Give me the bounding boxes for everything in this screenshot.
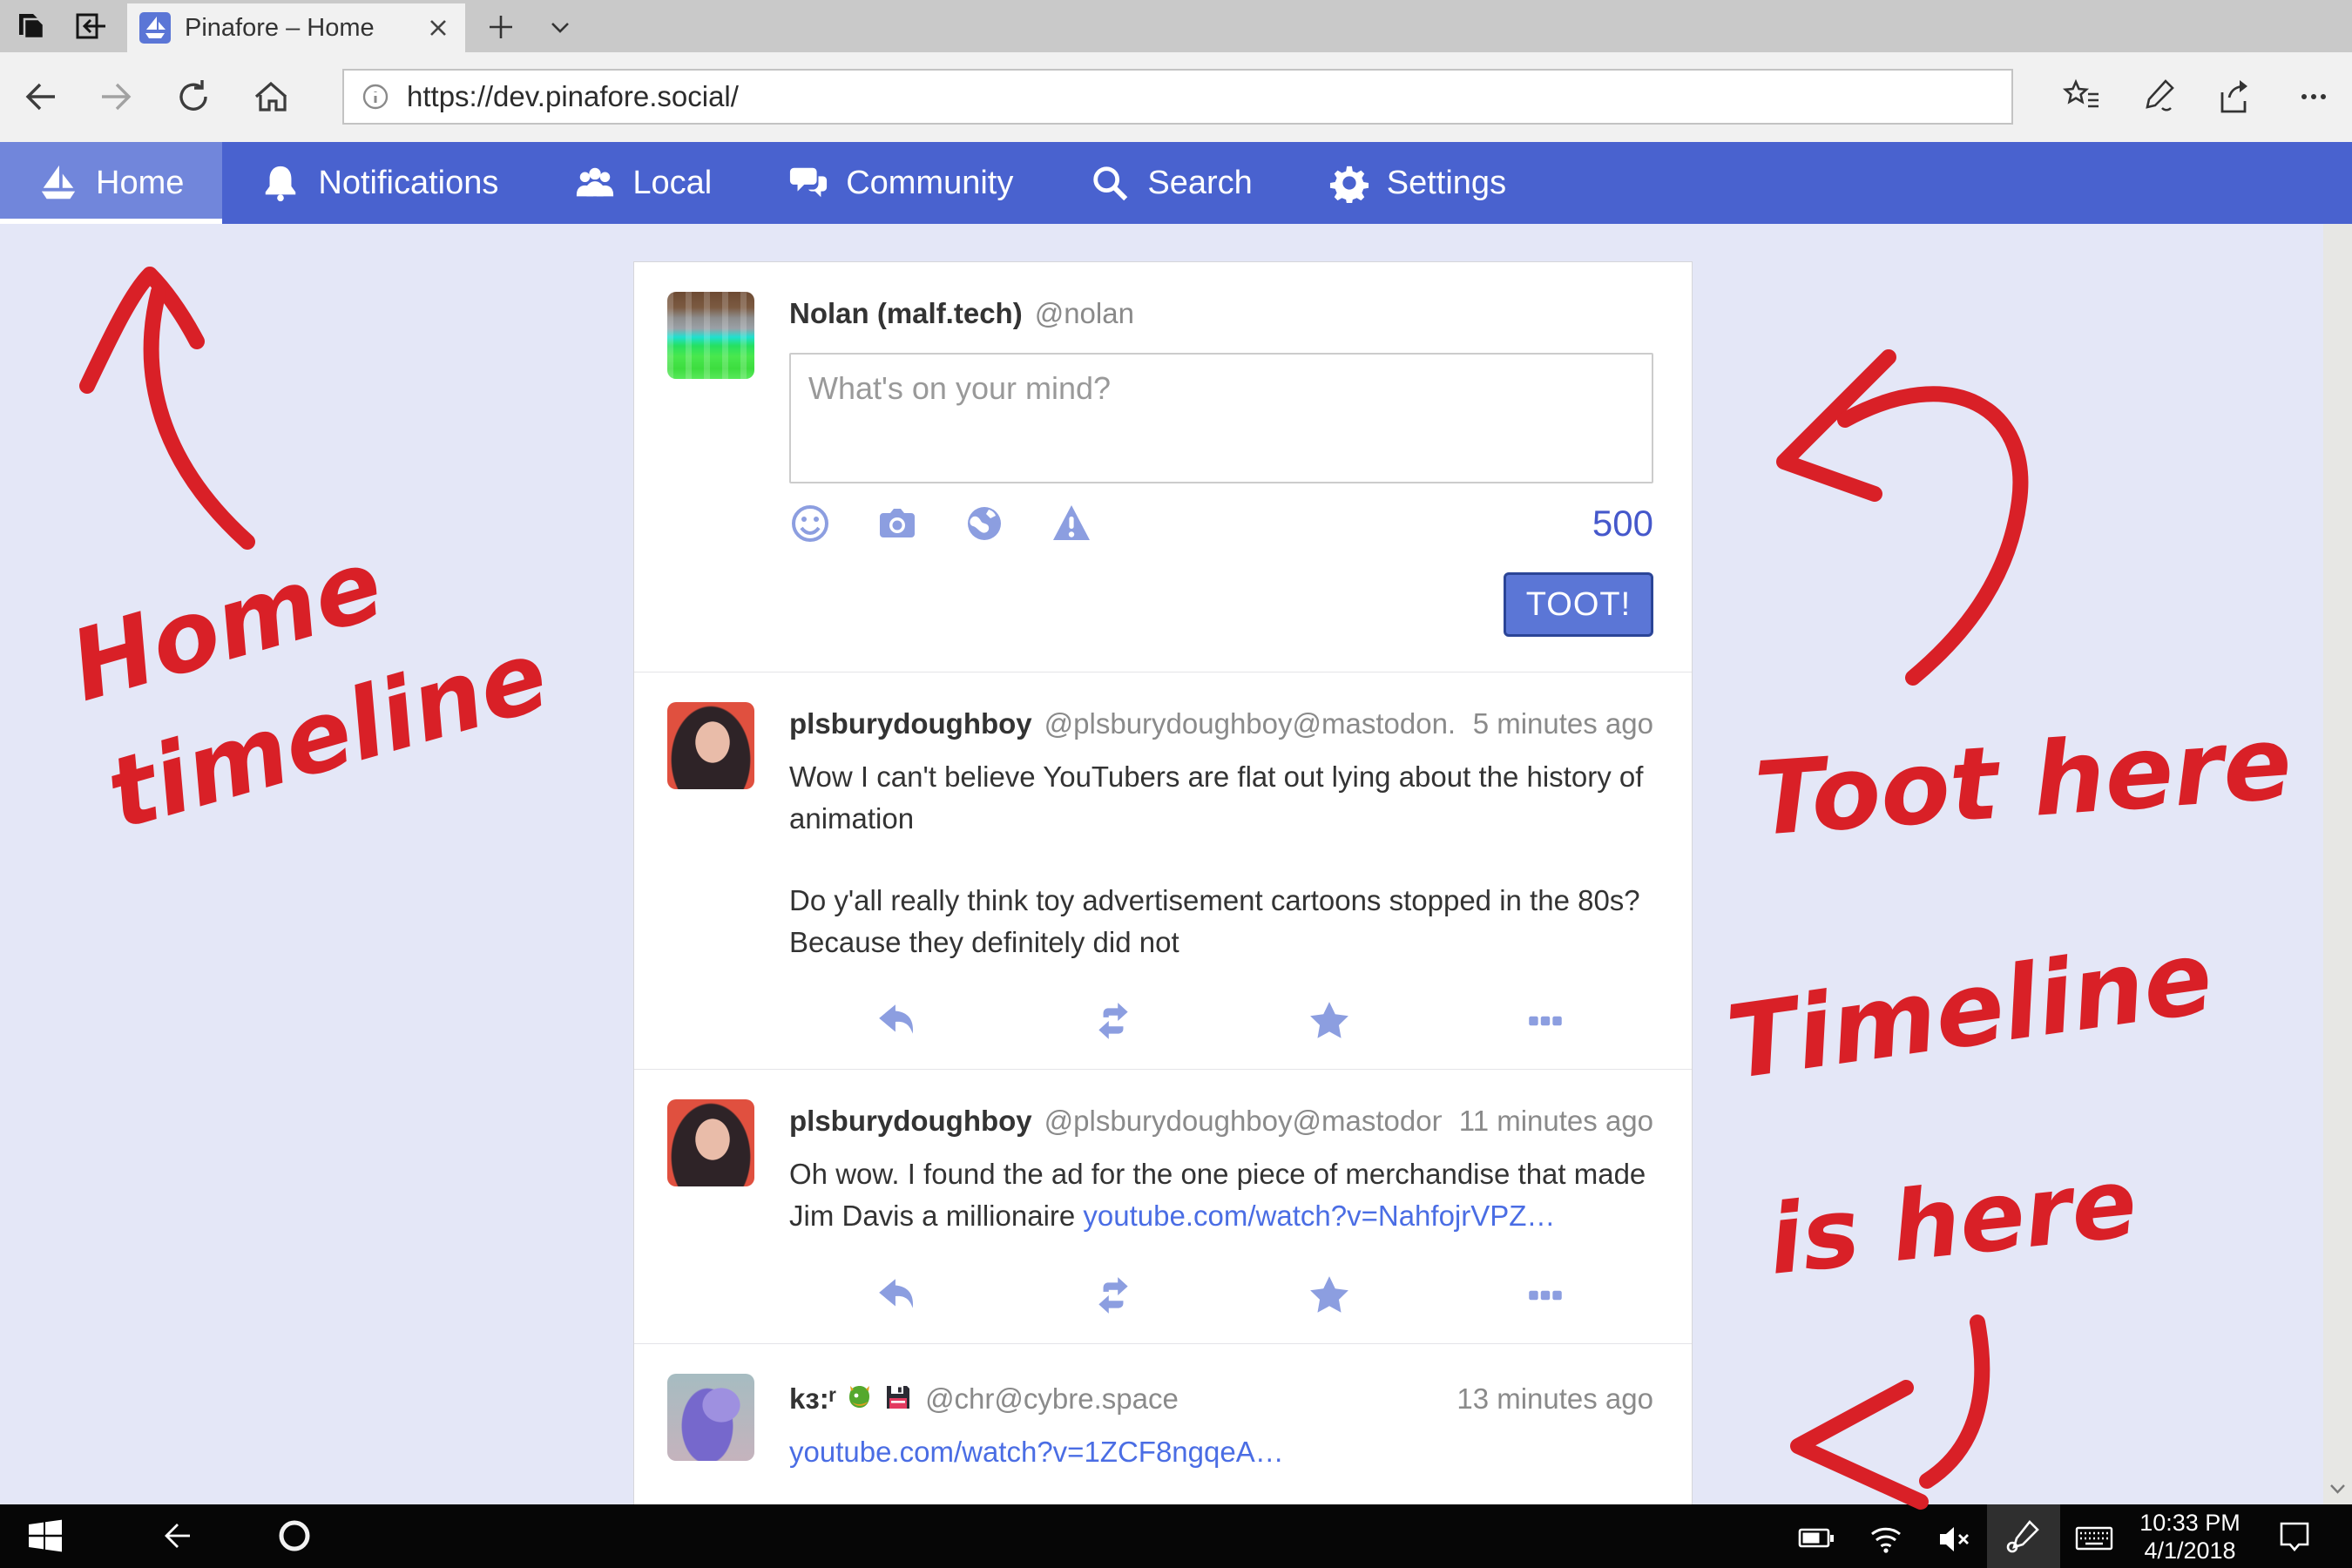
compose-input[interactable] bbox=[789, 353, 1653, 483]
action-center-icon[interactable] bbox=[2275, 1517, 2314, 1555]
compose-box: Nolan (malf.tech) @nolan 500 bbox=[634, 262, 1692, 672]
browser-toolbar: https://dev.pinafore.social/ bbox=[0, 52, 2352, 142]
pinafore-nav: Home Notifications Local Community Searc… bbox=[0, 142, 2352, 224]
taskbar-clock[interactable]: 10:33 PM 4/1/2018 bbox=[2132, 1509, 2247, 1565]
url-text: https://dev.pinafore.social/ bbox=[407, 80, 739, 113]
post-content: Wow I can't believe YouTubers are flat o… bbox=[789, 756, 1653, 963]
reply-icon[interactable] bbox=[875, 999, 919, 1043]
hub-favorites-icon[interactable] bbox=[2062, 77, 2102, 117]
post-content: youtube.com/watch?v=1ZCF8ngqeA… bbox=[789, 1431, 1653, 1473]
tab-title: Pinafore – Home bbox=[185, 14, 423, 43]
compose-avatar[interactable] bbox=[667, 292, 754, 379]
favorite-star-icon[interactable] bbox=[1308, 1274, 1351, 1317]
privacy-globe-icon[interactable] bbox=[963, 503, 1005, 544]
boost-icon[interactable] bbox=[1092, 999, 1135, 1043]
volume-muted-icon[interactable] bbox=[1936, 1520, 1974, 1558]
tab-dropdown-icon[interactable] bbox=[544, 10, 577, 44]
touch-keyboard-icon[interactable] bbox=[2075, 1519, 2113, 1558]
tab-close-icon[interactable] bbox=[423, 13, 453, 43]
post-display-name: plsburydoughboy bbox=[789, 1105, 1032, 1138]
status-post: plsburydoughboy @plsburydoughboy@mastodo… bbox=[634, 1070, 1692, 1344]
favorite-star-icon[interactable] bbox=[1308, 999, 1351, 1043]
more-options-icon[interactable] bbox=[1524, 999, 1567, 1043]
site-info-icon[interactable] bbox=[360, 81, 391, 112]
post-avatar[interactable] bbox=[667, 1374, 754, 1461]
post-handle: @plsburydoughboy@mastodon.so… bbox=[1044, 707, 1456, 740]
char-count: 500 bbox=[1592, 503, 1653, 544]
search-icon bbox=[1090, 163, 1130, 203]
post-avatar[interactable] bbox=[667, 702, 754, 789]
home-icon[interactable] bbox=[251, 77, 291, 117]
reply-icon[interactable] bbox=[875, 1274, 919, 1317]
gear-icon bbox=[1329, 163, 1369, 203]
post-paragraph: Do y'all really think toy advertisement … bbox=[789, 880, 1653, 963]
windows-ink-pen-icon[interactable] bbox=[2004, 1517, 2043, 1556]
nav-tab-community[interactable]: Community bbox=[750, 142, 1051, 224]
post-display-name: kз:ʳ bbox=[789, 1382, 836, 1416]
timeline-column: Nolan (malf.tech) @nolan 500 bbox=[633, 261, 1693, 1568]
dragon-emoji bbox=[845, 1382, 875, 1412]
post-timestamp[interactable]: 11 minutes ago bbox=[1442, 1105, 1653, 1138]
browser-tab[interactable]: Pinafore – Home bbox=[127, 3, 465, 52]
bell-icon bbox=[260, 163, 301, 203]
address-bar[interactable]: https://dev.pinafore.social/ bbox=[342, 69, 2013, 125]
start-button-icon[interactable] bbox=[26, 1517, 64, 1555]
nav-label: Search bbox=[1147, 165, 1252, 202]
status-post: plsburydoughboy @plsburydoughboy@mastodo… bbox=[634, 672, 1692, 1070]
boost-icon[interactable] bbox=[1092, 1274, 1135, 1317]
refresh-icon[interactable] bbox=[173, 77, 213, 117]
new-tab-icon[interactable] bbox=[484, 10, 517, 44]
speech-bubbles-icon bbox=[788, 163, 828, 203]
set-aside-tabs-icon[interactable] bbox=[14, 9, 49, 44]
compose-handle: @nolan bbox=[1035, 297, 1134, 330]
cortana-icon[interactable] bbox=[275, 1517, 314, 1555]
nav-label: Community bbox=[846, 165, 1013, 202]
nav-label: Local bbox=[632, 165, 712, 202]
nav-label: Settings bbox=[1387, 165, 1506, 202]
post-link[interactable]: youtube.com/watch?v=NahfojrVPZ… bbox=[1083, 1200, 1555, 1232]
nav-label: Notifications bbox=[318, 165, 498, 202]
sailboat-icon bbox=[38, 163, 78, 203]
post-timestamp[interactable]: 13 minutes ago bbox=[1439, 1382, 1653, 1416]
toot-button[interactable]: TOOT! bbox=[1504, 572, 1653, 637]
nav-tab-search[interactable]: Search bbox=[1051, 142, 1290, 224]
compose-display-name: Nolan (malf.tech) bbox=[789, 297, 1023, 330]
scroll-down-icon[interactable] bbox=[2326, 1477, 2349, 1500]
page-content: Nolan (malf.tech) @nolan 500 bbox=[0, 224, 2352, 1568]
nav-tab-home[interactable]: Home bbox=[0, 142, 222, 224]
battery-icon[interactable] bbox=[1797, 1520, 1835, 1558]
emoji-picker-icon[interactable] bbox=[789, 503, 831, 544]
more-menu-icon[interactable] bbox=[2294, 77, 2334, 117]
tablet-back-icon[interactable] bbox=[159, 1517, 197, 1555]
forward-icon[interactable] bbox=[96, 77, 136, 117]
windows-taskbar: 10:33 PM 4/1/2018 bbox=[0, 1504, 2352, 1568]
back-icon[interactable] bbox=[21, 77, 61, 117]
people-icon bbox=[575, 163, 615, 203]
post-handle: @plsburydoughboy@mastodon.s… bbox=[1044, 1105, 1442, 1138]
floppy-disk-emoji bbox=[883, 1382, 913, 1412]
media-upload-camera-icon[interactable] bbox=[876, 503, 918, 544]
nav-tab-settings[interactable]: Settings bbox=[1291, 142, 1544, 224]
nav-label: Home bbox=[96, 165, 184, 202]
post-display-name: plsburydoughboy bbox=[789, 707, 1032, 740]
wifi-icon[interactable] bbox=[1867, 1520, 1905, 1558]
clock-date: 4/1/2018 bbox=[2132, 1537, 2247, 1565]
tab-preview-icon[interactable] bbox=[73, 9, 108, 44]
post-content: Oh wow. I found the ad for the one piece… bbox=[789, 1153, 1653, 1237]
browser-tab-strip: Pinafore – Home bbox=[0, 0, 2352, 52]
web-note-pen-icon[interactable] bbox=[2139, 77, 2179, 117]
post-paragraph: Wow I can't believe YouTubers are flat o… bbox=[789, 756, 1653, 840]
nav-tab-local[interactable]: Local bbox=[537, 142, 750, 224]
post-handle: @chr@cybre.space bbox=[925, 1382, 1179, 1416]
nav-tab-notifications[interactable]: Notifications bbox=[222, 142, 537, 224]
post-link[interactable]: youtube.com/watch?v=1ZCF8ngqeA… bbox=[789, 1436, 1284, 1468]
content-warning-icon[interactable] bbox=[1051, 503, 1092, 544]
share-icon[interactable] bbox=[2215, 77, 2255, 117]
more-options-icon[interactable] bbox=[1524, 1274, 1567, 1317]
page-scrollbar[interactable] bbox=[2323, 224, 2352, 1568]
pinafore-favicon bbox=[139, 12, 171, 44]
post-timestamp[interactable]: 5 minutes ago bbox=[1456, 707, 1653, 740]
clock-time: 10:33 PM bbox=[2132, 1509, 2247, 1537]
post-avatar[interactable] bbox=[667, 1099, 754, 1186]
